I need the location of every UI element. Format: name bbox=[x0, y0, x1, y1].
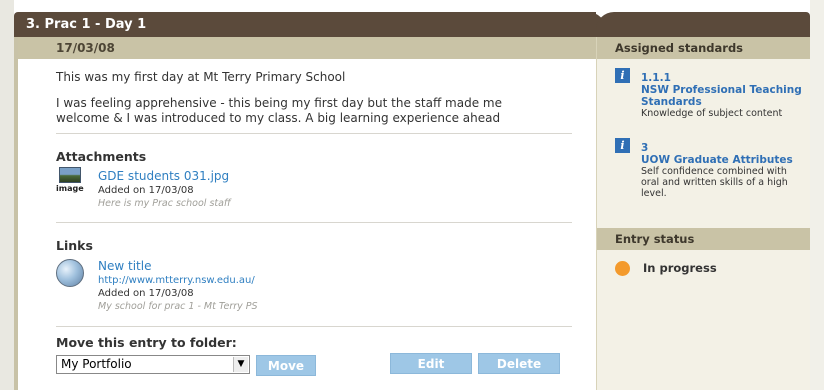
folder-select[interactable]: My Portfolio ▼ bbox=[56, 355, 250, 374]
entry-title: 3. Prac 1 - Day 1 bbox=[26, 17, 147, 32]
move-folder-heading: Move this entry to folder: bbox=[56, 335, 237, 350]
divider bbox=[56, 133, 572, 134]
assigned-standards-header: Assigned standards bbox=[597, 37, 810, 59]
left-margin bbox=[0, 0, 14, 390]
attachment-link[interactable]: GDE students 031.jpg bbox=[98, 169, 229, 183]
edit-button[interactable]: Edit bbox=[390, 353, 472, 374]
move-button[interactable]: Move bbox=[256, 355, 316, 376]
attachment-note: Here is my Prac school staff bbox=[98, 198, 231, 209]
standard-title-line[interactable]: UOW Graduate Attributes bbox=[641, 154, 809, 166]
entry-paragraph-line: I was feeling apprehensive - this being … bbox=[56, 96, 502, 110]
chevron-down-icon[interactable]: ▼ bbox=[233, 357, 248, 372]
link-note: My school for prac 1 - Mt Terry PS bbox=[98, 301, 258, 312]
sidebar-header-tab bbox=[596, 12, 810, 37]
assigned-standards-heading: Assigned standards bbox=[615, 41, 744, 55]
standard-desc-line: Self confidence combined with bbox=[641, 166, 787, 177]
entry-date: 17/03/08 bbox=[56, 41, 115, 55]
attachments-heading: Attachments bbox=[56, 149, 147, 164]
standard-code[interactable]: 3 bbox=[641, 142, 809, 154]
attachment-added-date: Added on 17/03/08 bbox=[98, 185, 194, 196]
entry-status-header: Entry status bbox=[597, 228, 810, 250]
divider bbox=[56, 222, 572, 223]
info-icon[interactable]: i bbox=[615, 138, 630, 153]
entry-panel: 17/03/08 This was my first day at Mt Ter… bbox=[14, 37, 596, 390]
links-heading: Links bbox=[56, 238, 93, 253]
image-file-icon[interactable]: image bbox=[56, 167, 84, 199]
delete-button[interactable]: Delete bbox=[478, 353, 560, 374]
entry-date-bar: 17/03/08 bbox=[18, 37, 596, 59]
link-title[interactable]: New title bbox=[98, 259, 151, 273]
entry-paragraph: This was my first day at Mt Terry Primar… bbox=[56, 70, 346, 84]
sidebar: Assigned standards i 1.1.1 NSW Professio… bbox=[596, 37, 810, 390]
standard-code[interactable]: 1.1.1 bbox=[641, 72, 809, 84]
standard-title-line[interactable]: NSW Professional Teaching bbox=[641, 84, 809, 96]
standard-item: 3 UOW Graduate Attributes Self confidenc… bbox=[641, 142, 809, 199]
info-icon[interactable]: i bbox=[615, 68, 630, 83]
standard-desc-line: Knowledge of subject content bbox=[641, 108, 783, 119]
standard-desc-line: oral and written skills of a high bbox=[641, 177, 788, 188]
link-url[interactable]: http://www.mtterry.nsw.edu.au/ bbox=[98, 275, 255, 286]
in-progress-icon bbox=[615, 261, 630, 276]
standard-item: 1.1.1 NSW Professional Teaching Standard… bbox=[641, 72, 809, 119]
folder-select-value: My Portfolio bbox=[61, 357, 132, 371]
entry-status-value: In progress bbox=[643, 261, 717, 275]
link-added-date: Added on 17/03/08 bbox=[98, 288, 194, 299]
entry-status-heading: Entry status bbox=[615, 232, 695, 246]
entry-paragraph-line: welcome & I was introduced to my class. … bbox=[56, 111, 501, 125]
divider bbox=[56, 326, 572, 327]
globe-icon[interactable] bbox=[56, 259, 84, 287]
standard-desc-line: level. bbox=[641, 188, 667, 199]
right-margin bbox=[810, 0, 824, 390]
standard-title-line[interactable]: Standards bbox=[641, 96, 809, 108]
